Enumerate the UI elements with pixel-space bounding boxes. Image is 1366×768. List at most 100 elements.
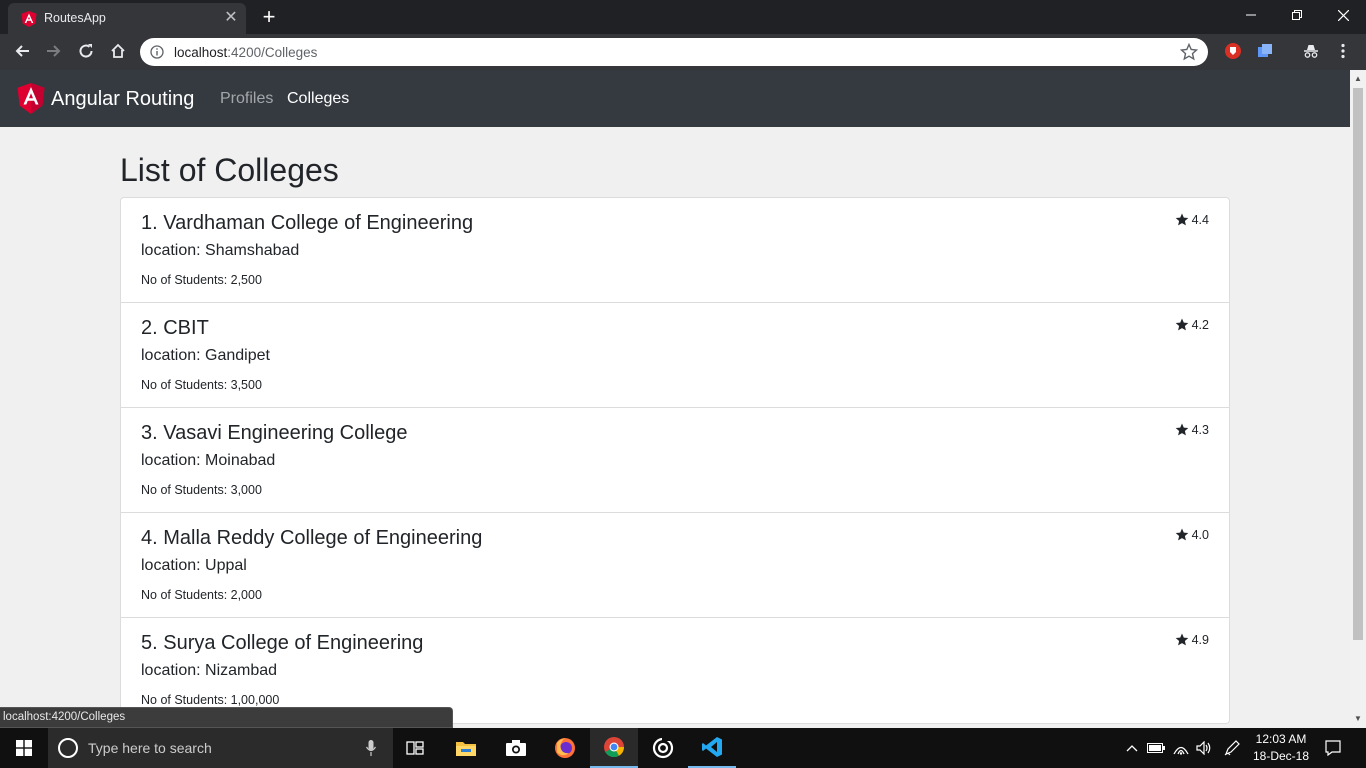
tray-volume[interactable]	[1193, 728, 1215, 768]
tab-title: RoutesApp	[44, 11, 106, 25]
scroll-up-icon[interactable]: ▲	[1350, 72, 1366, 86]
taskbar-search[interactable]: Type here to search	[48, 728, 393, 768]
rating-value: 4.4	[1191, 213, 1209, 227]
back-arrow-icon	[15, 45, 29, 57]
restore-button[interactable]	[1274, 0, 1320, 32]
rating-value: 4.0	[1191, 528, 1209, 542]
action-center-button[interactable]	[1320, 728, 1346, 768]
task-view-icon	[406, 741, 424, 755]
wifi-icon	[1173, 746, 1189, 755]
college-location: location: Shamshabad	[141, 242, 300, 259]
address-bar[interactable]: localhost:4200/Colleges	[140, 38, 1208, 66]
extension-shield-icon[interactable]	[1224, 42, 1242, 60]
taskbar-camera-app[interactable]	[492, 728, 540, 768]
college-rating: 4.9	[1175, 633, 1209, 647]
home-button[interactable]	[104, 37, 132, 65]
college-location: location: Gandipet	[141, 347, 270, 364]
clock-time: 12:03 AM	[1255, 732, 1307, 746]
college-location: location: Moinabad	[141, 452, 276, 469]
college-list: 1. Vardhaman College of Engineering loca…	[120, 197, 1230, 724]
star-icon	[1175, 213, 1188, 226]
taskbar-vscode[interactable]	[688, 728, 736, 768]
chrome-icon	[604, 737, 625, 758]
college-rating: 4.4	[1175, 213, 1209, 227]
tray-wifi[interactable]	[1170, 728, 1192, 768]
college-list-item[interactable]: 1. Vardhaman College of Engineering loca…	[121, 198, 1229, 303]
scrollbar-thumb[interactable]	[1353, 88, 1363, 640]
browser-tab[interactable]: RoutesApp ✕	[8, 3, 246, 34]
page-viewport: Angular Routing Profiles Colleges List o…	[0, 70, 1350, 728]
status-url: localhost:4200/Colleges	[3, 711, 126, 723]
brand-title[interactable]: Angular Routing	[51, 88, 194, 111]
new-tab-button[interactable]: +	[256, 5, 282, 31]
menu-icon[interactable]	[1334, 42, 1352, 60]
ring-app-icon	[652, 737, 674, 759]
chevron-up-icon	[1126, 745, 1138, 752]
windows-taskbar: Type here to search 12:03 AM 18-Dec-18	[0, 728, 1366, 768]
college-list-item[interactable]: 2. CBIT location: Gandipet No of Student…	[121, 303, 1229, 408]
college-students: No of Students: 2,500	[141, 273, 262, 287]
college-rating: 4.3	[1175, 423, 1209, 437]
angular-logo-icon[interactable]	[17, 83, 45, 114]
vscode-icon	[702, 737, 722, 757]
star-icon	[1175, 633, 1188, 646]
tab-close-icon[interactable]: ✕	[220, 7, 242, 29]
taskbar-file-explorer[interactable]	[442, 728, 490, 768]
forward-button[interactable]	[40, 37, 68, 65]
college-location: location: Uppal	[141, 557, 247, 574]
angular-favicon-icon	[21, 11, 37, 27]
reload-button[interactable]	[72, 37, 100, 65]
home-icon	[111, 43, 125, 58]
camera-icon	[506, 740, 526, 756]
taskbar-app-ring[interactable]	[639, 728, 687, 768]
back-button[interactable]	[8, 37, 36, 65]
taskbar-chrome[interactable]	[590, 728, 638, 768]
url-text: localhost:4200/Colleges	[174, 45, 317, 60]
star-icon	[1175, 318, 1188, 331]
browser-titlebar: RoutesApp ✕ +	[0, 0, 1366, 34]
incognito-icon[interactable]	[1302, 42, 1320, 60]
battery-icon	[1147, 743, 1165, 753]
star-icon	[1175, 528, 1188, 541]
college-students: No of Students: 3,500	[141, 378, 262, 392]
info-icon[interactable]	[150, 45, 164, 59]
firefox-icon	[555, 738, 575, 758]
browser-toolbar: localhost:4200/Colleges	[0, 34, 1366, 70]
minimize-button[interactable]	[1228, 0, 1274, 32]
speaker-icon	[1196, 741, 1211, 755]
tray-pen[interactable]	[1220, 728, 1244, 768]
notification-icon	[1325, 740, 1341, 756]
app-navbar: Angular Routing Profiles Colleges	[0, 70, 1350, 127]
college-rating: 4.0	[1175, 528, 1209, 542]
rating-value: 4.9	[1191, 633, 1209, 647]
close-icon	[1337, 9, 1349, 22]
microphone-icon[interactable]	[366, 740, 376, 756]
page-title: List of Colleges	[120, 152, 339, 188]
pen-icon	[1224, 740, 1240, 756]
url-path: :4200/Colleges	[227, 45, 318, 60]
start-button[interactable]	[0, 728, 48, 768]
page-scrollbar[interactable]: ▲ ▼	[1350, 70, 1366, 728]
minimize-icon	[1246, 14, 1256, 16]
reload-icon	[79, 44, 93, 58]
task-view-button[interactable]	[392, 728, 440, 768]
taskbar-firefox[interactable]	[541, 728, 589, 768]
star-icon	[1175, 423, 1188, 436]
college-list-item[interactable]: 4. Malla Reddy College of Engineering lo…	[121, 513, 1229, 618]
college-location: location: Nizambad	[141, 662, 278, 679]
rating-value: 4.2	[1191, 318, 1209, 332]
rating-value: 4.3	[1191, 423, 1209, 437]
taskbar-clock[interactable]: 12:03 AM 18-Dec-18	[1246, 731, 1316, 765]
nav-link-colleges[interactable]: Colleges	[287, 90, 349, 108]
college-list-item[interactable]: 3. Vasavi Engineering College location: …	[121, 408, 1229, 513]
close-window-button[interactable]	[1320, 0, 1366, 32]
tray-battery[interactable]	[1145, 728, 1167, 768]
nav-link-profiles[interactable]: Profiles	[220, 90, 273, 108]
tray-chevron[interactable]	[1122, 728, 1142, 768]
clock-date: 18-Dec-18	[1252, 749, 1310, 763]
scroll-down-icon[interactable]: ▼	[1350, 712, 1366, 726]
bookmark-star-icon[interactable]	[1180, 43, 1198, 61]
college-name: 1. Vardhaman College of Engineering	[141, 212, 474, 234]
extension-stack-icon[interactable]	[1256, 42, 1274, 60]
college-name: 2. CBIT	[141, 317, 209, 339]
